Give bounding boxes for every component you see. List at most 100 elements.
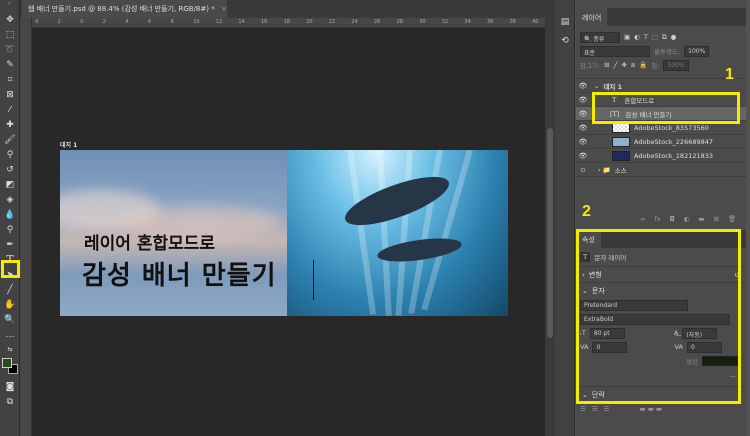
vertical-ruler (20, 18, 32, 436)
layer-row-group[interactable]: ▫ › 📁 소스 (576, 163, 746, 177)
justify-icon[interactable]: ▬ ▬ ▬ (639, 405, 662, 413)
foreground-color-swatch[interactable] (2, 358, 12, 368)
quick-select-tool-icon[interactable]: ✎ (0, 57, 20, 72)
link-layers-icon[interactable]: ∞ (640, 215, 645, 223)
visibility-eye-icon[interactable]: 👁 (576, 110, 590, 118)
more-tools-icon[interactable]: … (0, 327, 20, 342)
collapse-grip[interactable]: » (0, 0, 19, 12)
banner-title-text[interactable]: 감성 배너 만들기 (82, 255, 277, 292)
add-mask-icon[interactable]: ◘ (670, 215, 675, 223)
lock-artboard-icon[interactable]: ⧈ (631, 61, 635, 70)
banner-subtitle-text[interactable]: 레이어 혼합모드로 (84, 229, 215, 254)
ruler-tick-label: 28 (396, 19, 403, 25)
lock-label: 잠그기: (580, 62, 601, 70)
libraries-icon[interactable]: ▤ (555, 14, 575, 29)
ruler-tick-label: 34 (464, 19, 471, 25)
align-left-icon[interactable]: ☰ (580, 405, 586, 413)
layer-thumbnail (612, 150, 630, 161)
visibility-eye-icon[interactable]: 👁 (576, 82, 590, 90)
fill-input[interactable]: 100% (663, 59, 689, 71)
visibility-eye-icon[interactable]: 👁 (576, 124, 590, 132)
eyedropper-tool-icon[interactable]: ⁄ (0, 102, 20, 117)
filter-pixel-icon[interactable]: ▣ (624, 33, 630, 41)
opacity-label: 불투명도: (654, 48, 681, 56)
delete-layer-icon[interactable]: 🗑 (728, 215, 736, 223)
filter-toggle-icon[interactable]: ● (671, 33, 677, 41)
lock-pixels-icon[interactable]: ⊞ (604, 61, 609, 69)
filter-adjust-icon[interactable]: ◐ (634, 33, 640, 41)
swap-colors-icon[interactable]: ⇆ (0, 342, 20, 357)
fx-icon[interactable]: fx (654, 215, 660, 223)
healing-brush-icon[interactable]: ✚ (0, 117, 20, 132)
opacity-input[interactable]: 100% (684, 45, 710, 57)
ruler-tick-label: 22 (328, 19, 336, 25)
lock-position-icon[interactable]: ✥ (622, 61, 627, 69)
visibility-eye-icon[interactable]: 👁 (576, 96, 590, 104)
visibility-eye-icon[interactable]: 👁 (576, 138, 590, 146)
lock-all-icon[interactable]: 🔒 (639, 61, 647, 69)
ruler-tick-label: 2 (102, 19, 106, 25)
filter-label: 종류 (593, 35, 605, 43)
document-tab[interactable]: 웹 배너 만들기.psd @ 88.4% (감성 배너 만들기, RGB/8#)… (22, 0, 227, 18)
zoom-tool-icon[interactable]: 🔍 (0, 312, 20, 327)
frame-tool-icon[interactable]: ⊠ (0, 87, 20, 102)
filter-type-icon[interactable]: T (644, 33, 648, 41)
filter-shape-icon[interactable]: ⬚ (652, 33, 658, 41)
blend-mode-select[interactable]: 표준 (580, 45, 650, 57)
new-group-icon[interactable]: ▬ (698, 215, 704, 223)
history-brush-icon[interactable]: ↺ (0, 162, 20, 177)
horizontal-ruler: 4202468101214161820222426283032343638404… (32, 18, 584, 28)
move-tool-icon[interactable]: ✥ (0, 12, 20, 27)
layer-thumbnail (612, 122, 630, 133)
ruler-tick-label: 18 (283, 19, 290, 25)
color-swatches[interactable] (0, 357, 19, 379)
close-tab-icon[interactable]: × (221, 5, 227, 13)
dodge-tool-icon[interactable]: ⚲ (0, 222, 20, 237)
hand-tool-icon[interactable]: ✋ (0, 297, 20, 312)
marquee-tool-icon[interactable]: ⬚ (0, 27, 20, 42)
blur-tool-icon[interactable]: 💧 (0, 207, 20, 222)
highlight-type-tool (1, 260, 20, 278)
layer-name: AdobeStock_226689847 (634, 137, 714, 146)
quick-mask-icon[interactable]: ◙ (0, 379, 20, 394)
annotation-2: 2 (582, 203, 591, 220)
layer-name: AdobeStock_182121833 (634, 151, 714, 160)
crop-tool-icon[interactable]: ⌗ (0, 72, 20, 87)
ruler-tick-label: 32 (441, 19, 449, 25)
artboard-label[interactable]: 대지 1 (60, 140, 77, 149)
layer-row-image[interactable]: 👁 AdobeStock_182121833 (576, 149, 746, 163)
eraser-tool-icon[interactable]: ◩ (0, 177, 20, 192)
lock-paint-icon[interactable]: ╱ (614, 61, 618, 69)
history-icon[interactable]: ⟲ (555, 33, 575, 48)
dock-icons: ▤ ⟲ (555, 0, 575, 436)
stamp-tool-icon[interactable]: ⚲ (0, 147, 20, 162)
align-right-icon[interactable]: ☰ (604, 405, 610, 413)
brush-tool-icon[interactable]: 🖌 (0, 132, 20, 147)
ruler-tick-label: 4 (35, 19, 39, 25)
pen-tool-icon[interactable]: ✒ (0, 237, 20, 252)
paint-bucket-icon[interactable]: ◈ (0, 192, 20, 207)
filter-smart-icon[interactable]: ⧉ (662, 33, 667, 42)
align-center-icon[interactable]: ☰ (592, 405, 598, 413)
layer-filter-select[interactable]: 🔍 종류 (580, 31, 620, 43)
adjustment-layer-icon[interactable]: ◐ (684, 215, 690, 223)
layer-row-artboard[interactable]: 👁 ⌄ 대지 1 (576, 79, 746, 93)
visibility-off-box[interactable]: ▫ (576, 166, 590, 174)
layer-name: 소스 (614, 166, 627, 175)
tab-layers[interactable]: 레이어 (576, 8, 608, 26)
lasso-tool-icon[interactable]: ➰ (0, 42, 20, 57)
ruler-tick-label: 16 (261, 19, 268, 25)
layer-name: AdobeStock_83573560 (634, 123, 709, 132)
line-tool-icon[interactable]: ╱ (0, 282, 20, 297)
ruler-tick-label: 40 (532, 19, 539, 25)
artboard[interactable]: 레이어 혼합모드로 감성 배너 만들기 (60, 150, 508, 316)
layer-thumbnail (612, 136, 630, 147)
folder-icon: › 📁 (598, 165, 611, 174)
screen-mode-icon[interactable]: ⧉ (0, 394, 20, 409)
scrollbar-thumb[interactable] (547, 128, 553, 338)
vertical-scrollbar[interactable] (545, 18, 555, 436)
layer-row-image[interactable]: 👁 AdobeStock_226689847 (576, 135, 746, 149)
new-layer-icon[interactable]: ⊞ (714, 215, 719, 223)
visibility-eye-icon[interactable]: 👁 (576, 152, 590, 160)
document-tab-bar: 웹 배너 만들기.psd @ 88.4% (감성 배너 만들기, RGB/8#)… (20, 0, 555, 18)
